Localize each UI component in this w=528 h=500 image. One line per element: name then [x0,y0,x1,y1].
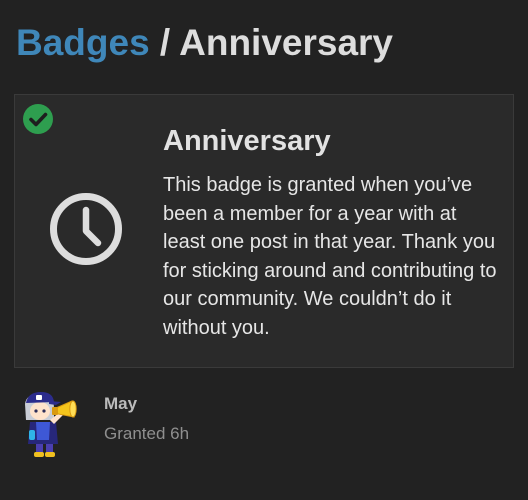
badge-page: Badges / Anniversary Anniversary This ba… [0,0,528,500]
avatar[interactable] [16,390,78,458]
page-heading: Badges / Anniversary [16,16,393,70]
badges-link[interactable]: Badges [16,22,150,63]
badge-description: This badge is granted when you’ve been a… [163,174,497,339]
page-title: Anniversary [179,22,394,63]
breadcrumb-separator: / [149,22,180,63]
badge-card: Anniversary This badge is granted when y… [14,94,514,368]
granted-time: Granted 6h [104,424,190,443]
grant-username[interactable]: May [104,394,137,414]
clock-icon [50,193,122,265]
check-circle-icon [23,104,53,134]
badge-title: Anniversary [163,125,331,157]
badge-grant-item: May Granted 6h [16,388,512,468]
